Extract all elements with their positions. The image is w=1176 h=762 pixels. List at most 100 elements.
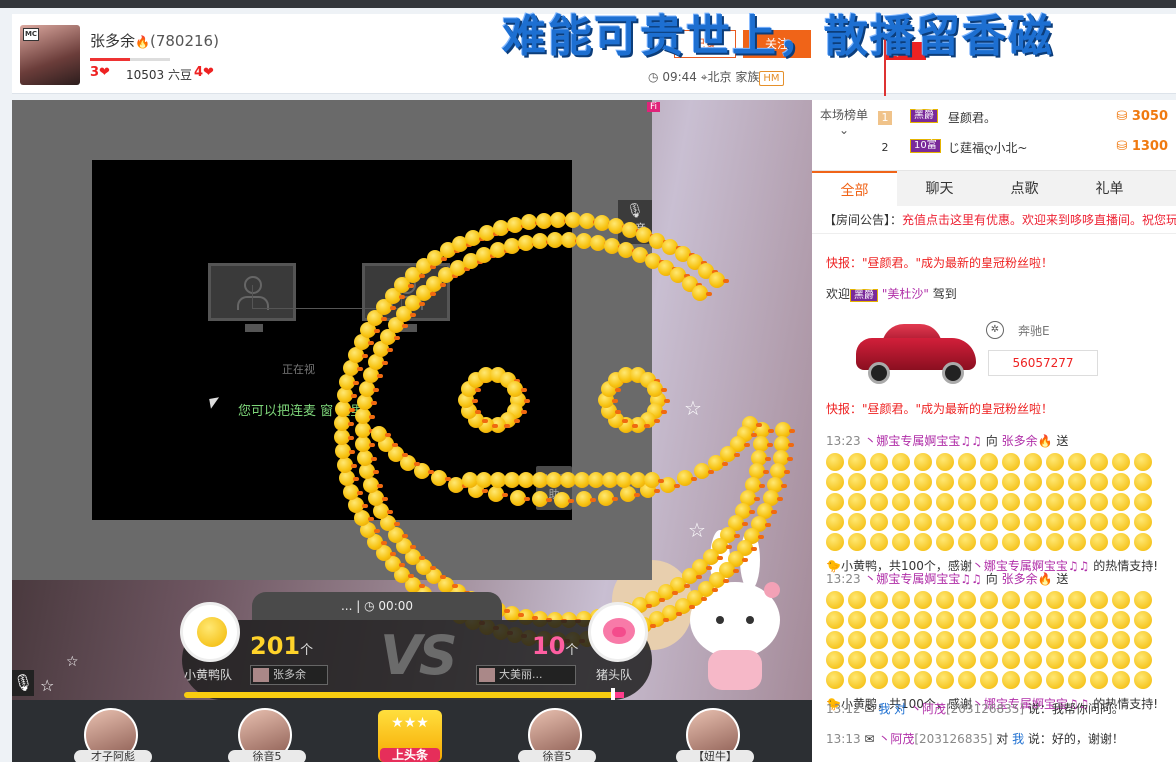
tab-all[interactable]: 全部 <box>812 171 897 207</box>
duck-icon <box>936 651 954 669</box>
duck-icon <box>1068 631 1086 649</box>
duck-icon <box>980 591 998 609</box>
duck-icon <box>936 453 954 471</box>
duck-icon <box>1002 473 1020 491</box>
tab-gifts[interactable]: 礼单 <box>1067 171 1152 207</box>
star-icon: ☆ <box>684 396 702 420</box>
duck-icon <box>681 275 702 292</box>
duck-icon <box>1068 473 1086 491</box>
left-team-name: 小黄鸭队 <box>184 668 233 682</box>
duck-icon <box>1112 513 1130 531</box>
scrolling-banner: 难能可贵世上，散播留香磁 <box>502 11 1054 62</box>
pk-progress <box>184 688 624 700</box>
duck-icon <box>848 671 866 689</box>
duck-icon <box>1068 671 1086 689</box>
level-progress <box>90 58 170 61</box>
duck-icon <box>848 513 866 531</box>
duck-icon <box>1134 671 1152 689</box>
duck-icon <box>1024 453 1042 471</box>
duck-icon <box>980 611 998 629</box>
star-icon: ★★★ <box>391 715 429 731</box>
mix-help-button[interactable]: 混音帮助 <box>536 466 572 510</box>
duck-icon <box>848 473 866 491</box>
right-team-name: 猪头队 <box>596 668 633 682</box>
guest-avatar[interactable]: 【妞牛】 <box>676 708 754 762</box>
duck-icon <box>1068 651 1086 669</box>
right-score: 10个 <box>532 632 579 660</box>
duck-icon <box>826 453 844 471</box>
duck-icon <box>980 473 998 491</box>
duck-icon <box>1134 651 1152 669</box>
duck-icon <box>1068 533 1086 551</box>
duck-icon <box>980 493 998 511</box>
duck-icon <box>936 513 954 531</box>
left-host-chip[interactable]: 张多余 <box>250 665 328 685</box>
cursor-icon <box>209 397 221 409</box>
duck-icon <box>1046 651 1064 669</box>
duck-icon <box>1090 671 1108 689</box>
host-name[interactable]: 张多余 <box>90 32 135 50</box>
host-avatar[interactable]: MC <box>20 25 80 85</box>
duck-icon <box>870 453 888 471</box>
star-icon: ☆ <box>688 518 706 542</box>
duck-icon <box>870 533 888 551</box>
duck-icon <box>1090 513 1108 531</box>
duck-icon <box>936 473 954 491</box>
duck-icon <box>1046 453 1064 471</box>
guest-avatar[interactable]: 徐音5 <box>518 708 596 762</box>
pig-team-button[interactable] <box>588 602 648 662</box>
duck-icon <box>936 493 954 511</box>
duck-icon <box>1134 533 1152 551</box>
host-id: (780216) <box>149 32 219 50</box>
duck-icon <box>1002 533 1020 551</box>
drag-hint: 您可以把连麦 窗 这里 <box>238 404 364 419</box>
star-icon: ☆ <box>40 676 55 695</box>
chat-message: 13:12 ✉ 我 对 丶阿茂[203126835] 说：我帮你问问。 <box>826 702 1124 716</box>
rank-row[interactable]: 2 10富 じ莛福ღ小北~ ⛁ 1300 <box>872 136 1176 164</box>
duck-icon <box>1002 631 1020 649</box>
rank-row[interactable]: 1 黑爵 昼颜君。 ⛁ 3050 <box>872 106 1176 134</box>
family-label: 家族 <box>735 70 760 84</box>
duck-icon <box>1090 611 1108 629</box>
headline-button[interactable]: ★★★ 上头条 <box>378 710 442 762</box>
mic-link-window[interactable]: 正在视 您可以把连麦 窗 这里 混音帮助 <box>92 160 572 520</box>
duck-icon <box>958 651 976 669</box>
guest-avatar[interactable]: 才子阿彪 <box>74 708 152 762</box>
duck-icon <box>1134 631 1152 649</box>
bunny-sticker <box>690 530 780 690</box>
duck-icon <box>980 671 998 689</box>
duck-icon <box>740 489 761 506</box>
rank-title[interactable]: 本场榜单 ⌄ <box>818 108 870 138</box>
duck-icon <box>936 611 954 629</box>
duck-icon <box>697 262 718 279</box>
duck-icon <box>1134 473 1152 491</box>
mute-button[interactable]: 🎙 静音 <box>618 200 652 244</box>
guest-avatar[interactable]: 徐音5 <box>228 708 306 762</box>
video-stage[interactable]: Fi 正在视 您可以把连麦 窗 这里 混音帮助 🎙 静音 ... | ◷ 00:0… <box>12 100 812 700</box>
mc-badge: MC <box>23 28 39 41</box>
tab-chat[interactable]: 聊天 <box>897 171 982 207</box>
duck-icon <box>914 651 932 669</box>
chat-tabs: 全部 聊天 点歌 礼单 <box>812 170 1176 207</box>
duck-icon <box>1002 453 1020 471</box>
vip-badge: 黑爵 <box>910 109 938 123</box>
right-host-chip[interactable]: 大美丽... <box>476 665 576 685</box>
duck-icon <box>659 476 680 493</box>
duck-team-button[interactable] <box>180 602 240 662</box>
duck-icon <box>892 651 910 669</box>
vip-badge: 10富 <box>910 139 941 153</box>
duck-icon <box>892 473 910 491</box>
duck-icon <box>848 631 866 649</box>
duck-icon <box>892 611 910 629</box>
duck-icon <box>892 591 910 609</box>
duck-icon <box>1024 591 1042 609</box>
chat-message: 13:13 ✉ 丶阿茂[203126835] 对 我 说：好的，谢谢！ <box>826 732 1124 746</box>
duck-icon <box>914 671 932 689</box>
room-notice[interactable]: 【房间公告】：充值点击这里有优惠。欢迎来到哆哆直播间。祝您玩 <box>812 206 1176 234</box>
tab-songs[interactable]: 点歌 <box>982 171 1067 207</box>
microphone-icon[interactable]: 🎙 <box>12 670 34 696</box>
duck-icon <box>826 533 844 551</box>
family-tag[interactable]: HM <box>759 71 784 86</box>
heart-icon: ❤ <box>99 65 110 80</box>
duck-icon <box>1134 493 1152 511</box>
